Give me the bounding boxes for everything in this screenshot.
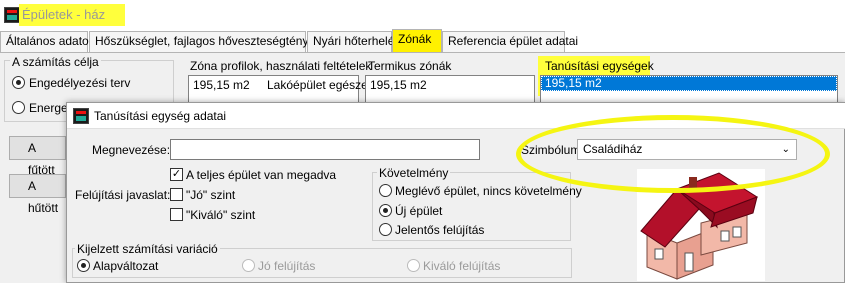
jo-label: "Jó" szint: [186, 188, 236, 202]
tab-zonak[interactable]: Zónák: [392, 29, 442, 52]
cert-units-list[interactable]: 195,15 m2: [540, 75, 838, 105]
kivalo-label: "Kiváló" szint: [186, 208, 256, 222]
req-renovation-label: Jelentős felújítás: [395, 223, 485, 237]
purpose-group-label: A számítás célja: [10, 55, 101, 69]
variant-radio-base[interactable]: [77, 259, 90, 272]
variant-kivalo-label: Kiváló felújítás: [423, 259, 501, 273]
purpose-radio-permit[interactable]: [12, 76, 25, 89]
variant-radio-kivalo[interactable]: [407, 259, 420, 272]
thermal-zones-label: Termikus zónák: [368, 59, 452, 73]
req-existing-label: Meglévő épület, nincs követelmény: [395, 184, 582, 198]
renovation-label: Felújítási javaslat:: [75, 188, 171, 202]
variant-group-label: Kijelzett számítási variáció: [75, 242, 220, 256]
purpose-radio-energy[interactable]: [12, 101, 25, 114]
name-label: Megnevezése:: [92, 143, 171, 157]
tab-referencia[interactable]: Referencia épület adatai: [442, 31, 578, 52]
requirement-group-label: Követelmény: [377, 166, 451, 180]
profiles-label: Zóna profilok, használati feltételek: [190, 59, 372, 73]
req-new-label: Új épület: [395, 204, 443, 218]
heated-button[interactable]: A fűtött: [9, 136, 66, 177]
app-icon: [4, 7, 20, 23]
variant-radio-jo[interactable]: [242, 259, 255, 272]
dialog-title: Tanúsítási egység adatai: [94, 109, 227, 123]
purpose-permit-label: Engedélyezési terv: [29, 76, 131, 90]
variant-base-label: Alapváltozat: [93, 259, 159, 273]
name-input[interactable]: [170, 139, 480, 160]
jo-checkbox[interactable]: [170, 188, 183, 201]
tab-altalanos[interactable]: Általános adatok: [0, 31, 95, 52]
cooled-button[interactable]: A hűtött: [9, 174, 66, 215]
req-radio-new[interactable]: [379, 204, 392, 217]
req-radio-existing[interactable]: [379, 184, 392, 197]
thermal-area: 195,15 m2: [370, 78, 427, 92]
cert-area: 195,15 m2: [545, 76, 602, 90]
profiles-name: Lakóépület egésze: [267, 78, 368, 92]
thermal-zones-list[interactable]: 195,15 m2: [365, 75, 535, 105]
dialog-app-icon: [73, 108, 89, 124]
tab-nyari[interactable]: Nyári hőterhelés: [307, 31, 400, 52]
window-title: Épületek - ház: [22, 7, 106, 22]
profiles-list[interactable]: 195,15 m2 Lakóépület egésze: [188, 75, 368, 105]
symbol-highlight-ring: [516, 115, 830, 193]
tab-hoszukseglet[interactable]: Hőszükséglet, fajlagos hőveszteségtényez…: [89, 31, 328, 52]
kivalo-checkbox[interactable]: [170, 208, 183, 221]
main-title-bar: Épületek - ház: [0, 0, 845, 30]
tab-strip: Általános adatok Hőszükséglet, fajlagos …: [0, 29, 845, 52]
req-radio-renovation[interactable]: [379, 223, 392, 236]
profiles-area: 195,15 m2: [193, 78, 250, 92]
full-building-checkbox[interactable]: ✓: [170, 168, 183, 181]
variant-jo-label: Jó felújítás: [258, 259, 316, 273]
full-building-label: A teljes épület van megadva: [186, 168, 337, 182]
cert-units-label: Tanúsítási egységek: [545, 59, 654, 73]
